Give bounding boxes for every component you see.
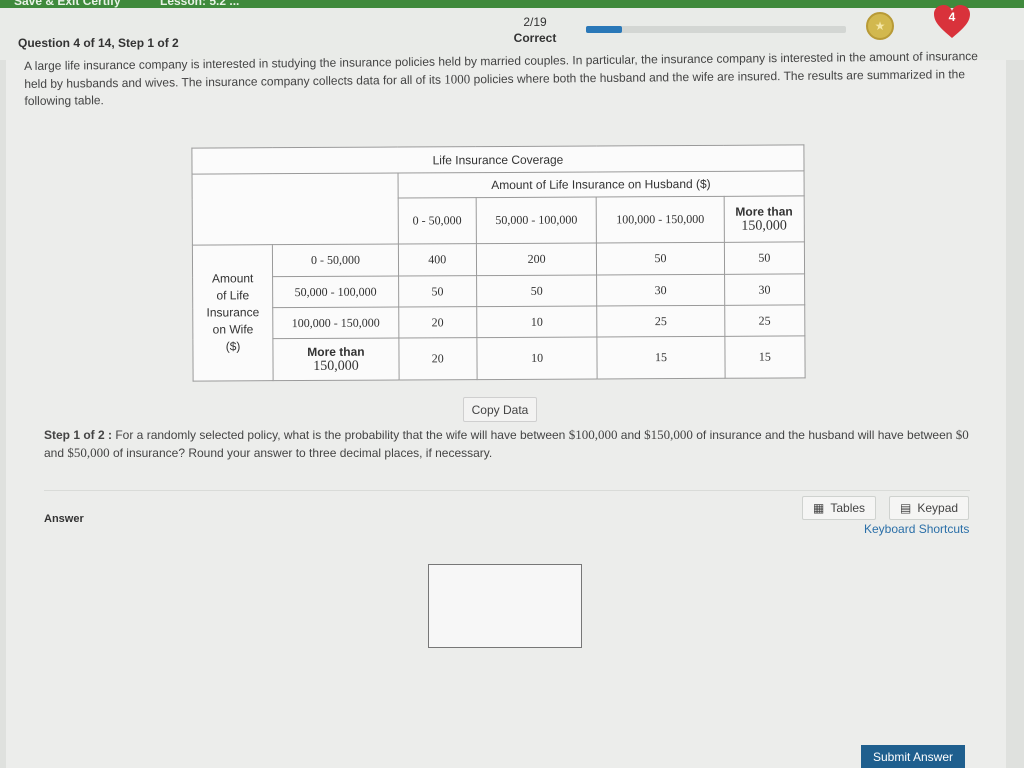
table-cell: 10 xyxy=(476,305,598,338)
progress-count: 2/19 xyxy=(523,15,547,29)
progress-bar xyxy=(586,26,846,33)
step-value: $50,000 xyxy=(67,445,110,460)
step-value: $100,000 xyxy=(568,427,618,442)
table-cell: 30 xyxy=(596,274,725,306)
table-cell: 15 xyxy=(724,335,806,379)
col-header-bottom: 150,000 xyxy=(741,217,787,234)
keyboard-shortcuts-link[interactable]: Keyboard Shortcuts xyxy=(864,522,969,536)
step-text: For a randomly selected policy, what is … xyxy=(112,428,569,442)
tables-label: Tables xyxy=(830,501,866,515)
problem-intro: A large life insurance company is intere… xyxy=(24,48,984,110)
submit-answer-button[interactable]: Submit Answer xyxy=(861,745,965,768)
step-value: $0 xyxy=(955,427,969,442)
step-text: of insurance? Round your answer to three… xyxy=(109,446,493,460)
save-exit-link[interactable]: Save & Exit Certify xyxy=(14,0,121,8)
table-icon: ▦ xyxy=(813,501,825,515)
col-header-top: More than xyxy=(735,203,793,219)
husband-header: Amount of Life Insurance on Husband ($) xyxy=(397,170,805,199)
table-cell: 10 xyxy=(476,336,598,380)
wife-header-line: on Wife xyxy=(212,322,254,337)
achievement-coin-icon[interactable]: ★ xyxy=(866,12,894,40)
lesson-link[interactable]: Lesson: 5.2 ... xyxy=(160,0,239,8)
table-cell: 50 xyxy=(476,274,598,307)
keypad-icon: ▤ xyxy=(900,501,912,515)
coverage-table: Life Insurance Coverage Amount of Life I… xyxy=(191,144,806,382)
progress-fill xyxy=(586,26,623,33)
col-header: 100,000 - 150,000 xyxy=(596,196,725,243)
step-text: and xyxy=(44,446,68,460)
answer-label: Answer xyxy=(44,513,84,525)
table-cell: 15 xyxy=(597,336,725,379)
question-label: Question 4 of 14, Step 1 of 2 xyxy=(18,36,179,50)
answer-input[interactable] xyxy=(428,564,582,648)
hearts-count: 4 xyxy=(948,10,956,24)
col-header: 50,000 - 100,000 xyxy=(476,196,597,244)
copy-data-button[interactable]: Copy Data xyxy=(463,397,537,422)
wife-header-line: Amount xyxy=(211,271,254,286)
col-header: 0 - 50,000 xyxy=(397,197,477,245)
row-header: More than 150,000 xyxy=(273,338,399,381)
step-label: Step 1 of 2 : xyxy=(44,428,113,442)
table-cell: 20 xyxy=(398,306,477,339)
row-header-top: More than xyxy=(307,344,365,359)
progress-status: Correct xyxy=(513,31,557,45)
col-header: More than 150,000 xyxy=(723,195,805,243)
step-question: Step 1 of 2 : For a randomly selected po… xyxy=(44,426,974,462)
table-cell: 25 xyxy=(597,305,725,337)
table-corner xyxy=(192,173,399,246)
wife-header-line: of Life xyxy=(216,288,250,303)
row-header: 100,000 - 150,000 xyxy=(272,307,399,339)
table-cell: 30 xyxy=(724,273,805,306)
section-divider xyxy=(44,490,970,491)
table-cell: 50 xyxy=(398,275,477,308)
table-cell: 50 xyxy=(724,241,805,275)
top-nav-bar: Save & Exit Certify Lesson: 5.2 ... xyxy=(0,0,1024,8)
wife-header: Amount of Life Insurance on Wife ($) xyxy=(192,244,274,382)
table-title: Life Insurance Coverage xyxy=(191,144,805,175)
row-header: 0 - 50,000 xyxy=(272,244,399,277)
step-text: and xyxy=(617,428,645,442)
row-header-bottom: 150,000 xyxy=(313,358,359,374)
tables-button[interactable]: ▦ Tables xyxy=(802,496,877,520)
step-text: of insurance and the husband will have b… xyxy=(692,428,956,442)
table-cell: 20 xyxy=(398,337,478,381)
table-cell: 400 xyxy=(398,243,477,277)
keypad-label: Keypad xyxy=(917,501,959,515)
wife-header-line: Insurance xyxy=(206,305,260,320)
wife-header-line: ($) xyxy=(225,339,241,354)
keypad-button[interactable]: ▤ Keypad xyxy=(889,496,970,520)
step-value: $150,000 xyxy=(644,427,693,442)
table-cell: 50 xyxy=(596,242,725,275)
table-cell: 200 xyxy=(476,242,597,276)
intro-count: 1000 xyxy=(444,71,471,87)
table-cell: 25 xyxy=(724,304,805,337)
row-header: 50,000 - 100,000 xyxy=(272,276,399,308)
progress-summary: 2/19 Correct xyxy=(500,14,570,46)
